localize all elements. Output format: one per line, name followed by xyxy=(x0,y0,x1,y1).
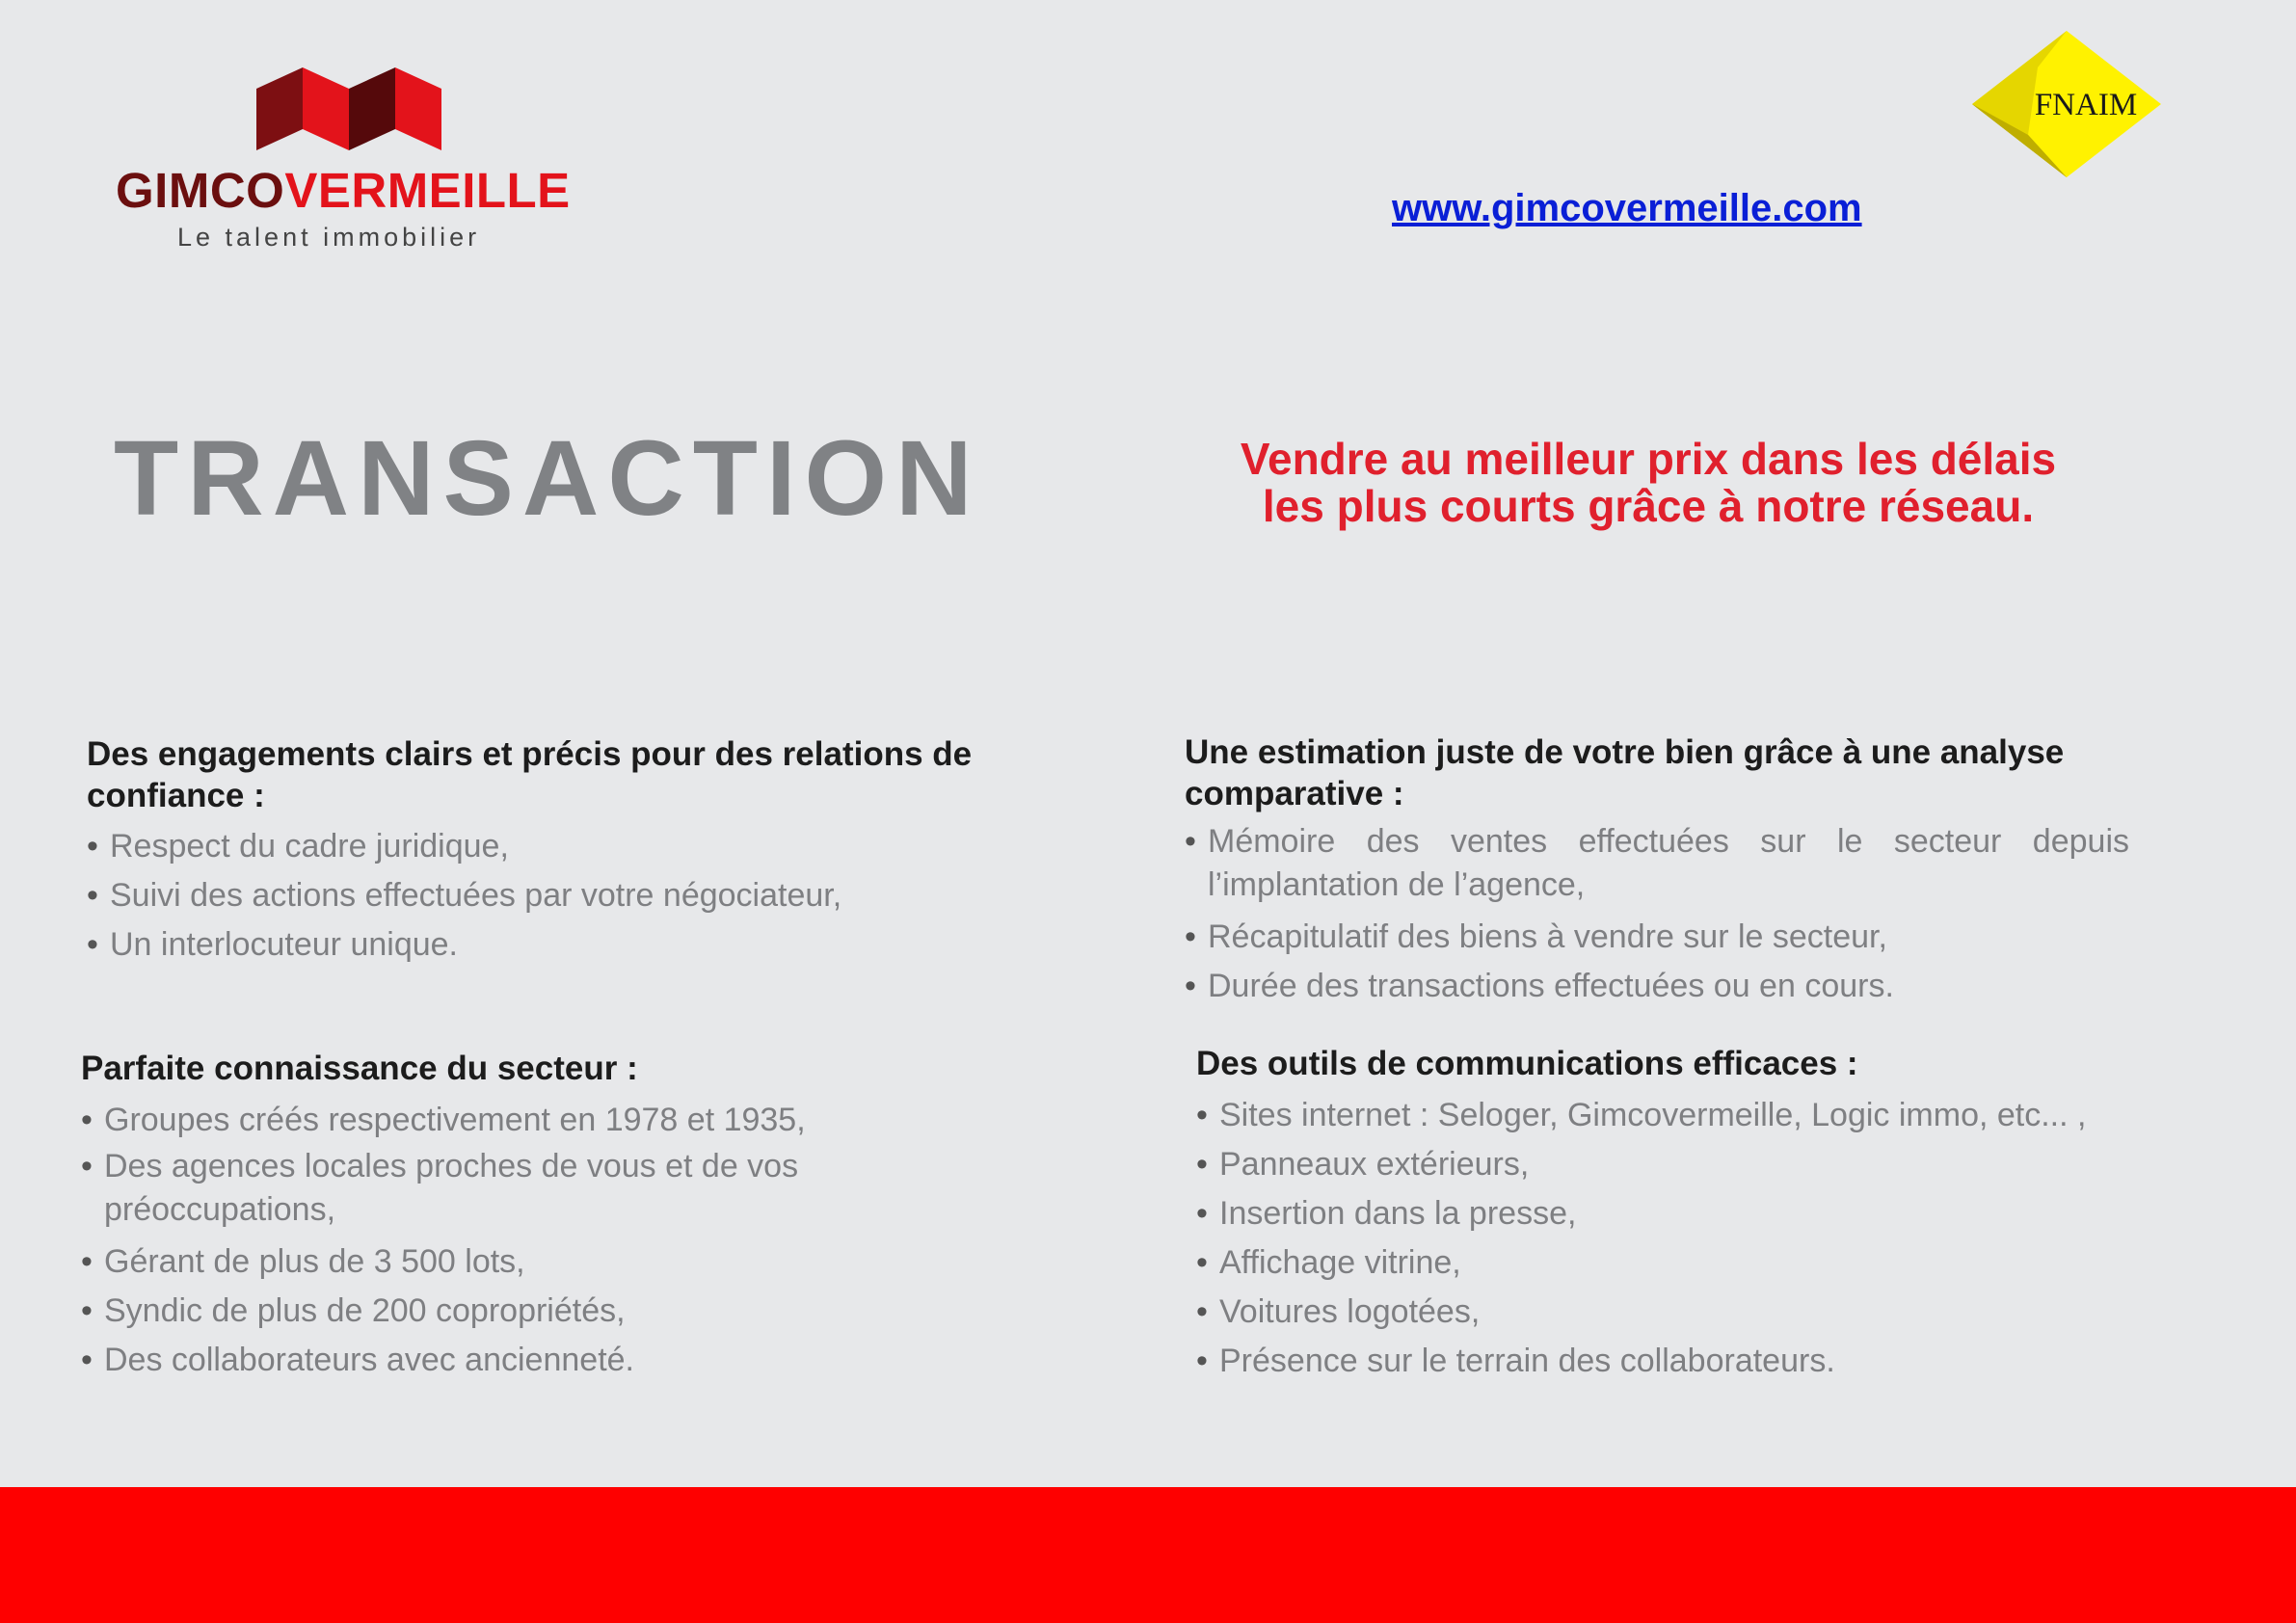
bullet-list: Mémoire des ventes effectuées sur le sec… xyxy=(1185,820,2129,1011)
section-connaissance: Parfaite connaissance du secteur : Group… xyxy=(81,1049,929,1385)
tagline-line-1: Vendre au meilleur prix dans les délais xyxy=(1240,434,2057,484)
list-item: Syndic de plus de 200 copropriétés, xyxy=(81,1287,929,1336)
list-item: Sites internet : Seloger, Gimcovermeille… xyxy=(1196,1091,2179,1140)
list-item: Voitures logotées, xyxy=(1196,1288,2179,1337)
tagline: Vendre au meilleur prix dans les délais … xyxy=(1137,436,2159,530)
brand-name-red: VERMEILLE xyxy=(284,163,571,218)
list-item: Récapitulatif des biens à vendre sur le … xyxy=(1185,913,2129,962)
section-outils: Des outils de communications efficaces :… xyxy=(1196,1044,2179,1386)
bullet-list: Sites internet : Seloger, Gimcovermeille… xyxy=(1196,1091,2179,1386)
page-title: TRANSACTION xyxy=(114,419,981,538)
fnaim-logo-icon: FNAIM xyxy=(1972,31,2161,177)
footer-bar xyxy=(0,1487,2296,1623)
list-item: Mémoire des ventes effectuées sur le sec… xyxy=(1185,820,2129,907)
list-item: Groupes créés respectivement en 1978 et … xyxy=(81,1096,929,1145)
list-item: Affichage vitrine, xyxy=(1196,1238,2179,1288)
section-heading: Parfaite connaissance du secteur : xyxy=(81,1050,638,1087)
list-item: Des collaborateurs avec ancienneté. xyxy=(81,1336,929,1385)
brand-name-dark: GIMCO xyxy=(116,163,285,218)
tagline-line-2: les plus courts grâce à notre réseau. xyxy=(1262,480,2035,531)
section-heading: Des outils de communications efficaces : xyxy=(1196,1045,1858,1082)
bullet-list: Respect du cadre juridique, Suivi des ac… xyxy=(87,822,1012,970)
section-heading: Des engagements clairs et précis pour de… xyxy=(87,735,973,814)
list-item: Panneaux extérieurs, xyxy=(1196,1140,2179,1189)
brand-tagline: Le talent immobilier xyxy=(177,223,481,252)
list-item: Un interlocuteur unique. xyxy=(87,920,1012,970)
section-engagements: Des engagements clairs et précis pour de… xyxy=(87,734,1012,970)
list-item: Suivi des actions effectuées par votre n… xyxy=(87,871,1012,920)
section-heading: Une estimation juste de votre bien grâce… xyxy=(1185,733,2065,812)
list-item: Durée des transactions effectuées ou en … xyxy=(1185,962,2129,1011)
gimco-logo-icon xyxy=(256,67,441,150)
list-item: Des agences locales proches de vous et d… xyxy=(81,1145,866,1232)
section-estimation: Une estimation juste de votre bien grâce… xyxy=(1185,732,2129,1011)
list-item: Présence sur le terrain des collaborateu… xyxy=(1196,1337,2179,1386)
fnaim-label: FNAIM xyxy=(2035,88,2137,122)
list-item: Gérant de plus de 3 500 lots, xyxy=(81,1237,929,1287)
list-item: Insertion dans la presse, xyxy=(1196,1189,2179,1238)
website-link[interactable]: www.gimcovermeille.com xyxy=(1392,187,1862,229)
bullet-list: Groupes créés respectivement en 1978 et … xyxy=(81,1096,929,1385)
list-item: Respect du cadre juridique, xyxy=(87,822,1012,871)
brand-name: GIMCOVERMEILLE xyxy=(116,166,571,215)
